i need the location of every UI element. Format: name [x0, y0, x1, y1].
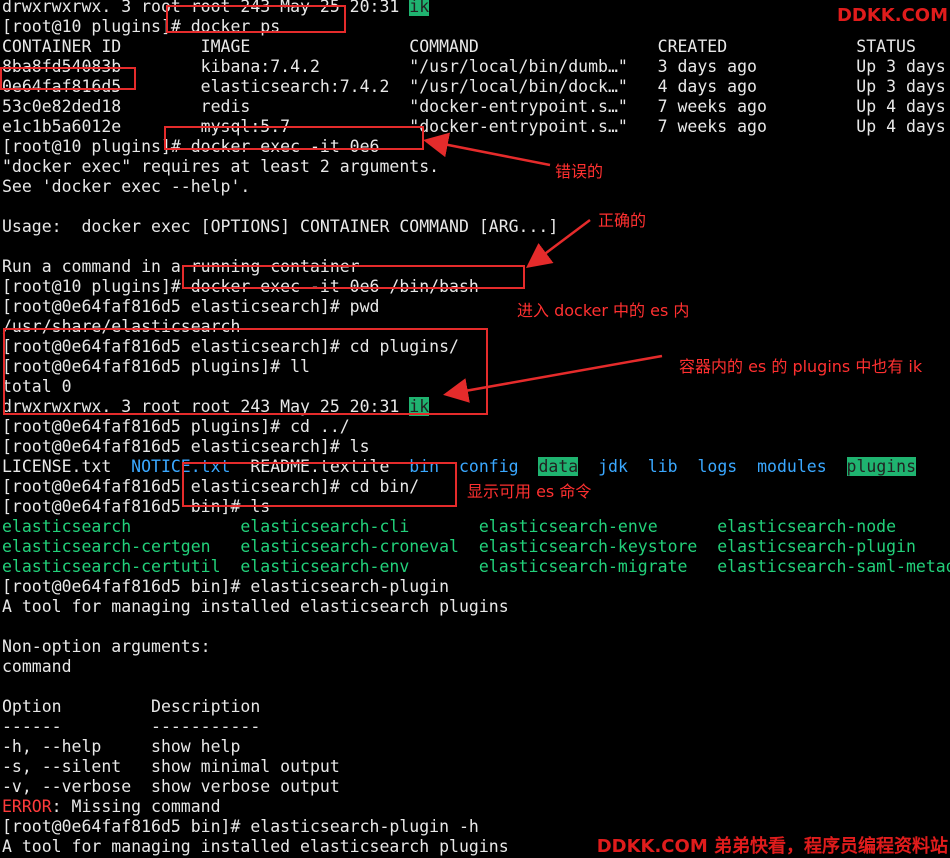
terminal-text: 8ba8fd54083b kibana:7.4.2 "/usr/local/bi…: [2, 57, 946, 76]
terminal-line: Non-option arguments:: [2, 637, 950, 657]
terminal-line: [root@0e64faf816d5 plugins]# cd ../: [2, 417, 950, 437]
terminal-text: lib: [647, 457, 678, 476]
terminal-output[interactable]: drwxrwxrwx. 3 root root 243 May 25 20:31…: [2, 0, 950, 857]
terminal-line: Option Description: [2, 697, 950, 717]
terminal-line: CONTAINER ID IMAGE COMMAND CREATED STATU…: [2, 37, 950, 57]
terminal-line: -s, --silent show minimal output: [2, 757, 950, 777]
annotation-plugins-ik: 容器内的 es 的 plugins 中也有 ik: [679, 357, 923, 376]
highlight-box-docker-ps: [166, 5, 346, 33]
terminal-text: Non-option arguments:: [2, 637, 211, 656]
terminal-text: [root@0e64faf816d5 plugins]# cd ../: [2, 417, 350, 436]
terminal-line: "docker exec" requires at least 2 argume…: [2, 157, 950, 177]
terminal-line: -h, --help show help: [2, 737, 950, 757]
terminal-text: data: [538, 457, 579, 476]
terminal-text: LICENSE.txt: [2, 457, 132, 476]
terminal-line: [root@0e64faf816d5 elasticsearch]# ls: [2, 437, 950, 457]
terminal-text: ERROR: [2, 797, 52, 816]
terminal-text: logs: [697, 457, 738, 476]
highlight-box-exec-wrong: [164, 126, 424, 150]
highlight-box-plugins-ll: [3, 328, 488, 415]
terminal-line: [root@10 plugins]# docker ps: [2, 17, 950, 37]
terminal-text: Option Description: [2, 697, 261, 716]
terminal-line: A tool for managing installed elasticsea…: [2, 597, 950, 617]
terminal-line: LICENSE.txt NOTICE.txt README.textile bi…: [2, 457, 950, 477]
terminal-line: 0e64faf816d5 elasticsearch:7.4.2 "/usr/l…: [2, 77, 950, 97]
terminal-line: ERROR: Missing command: [2, 797, 950, 817]
terminal-line: 8ba8fd54083b kibana:7.4.2 "/usr/local/bi…: [2, 57, 950, 77]
annotation-enter-es: 进入 docker 中的 es 内: [517, 301, 690, 320]
terminal-text: A tool for managing installed elasticsea…: [2, 837, 509, 856]
terminal-line: [root@0e64faf816d5 elasticsearch]# pwd: [2, 297, 950, 317]
annotation-wrong: 错误的: [555, 162, 604, 181]
annotation-show-commands: 显示可用 es 命令: [467, 482, 592, 501]
terminal-line: See 'docker exec --help'.: [2, 177, 950, 197]
terminal-line: drwxrwxrwx. 3 root root 243 May 25 20:31…: [2, 0, 950, 17]
terminal-text: See 'docker exec --help'.: [2, 177, 251, 196]
terminal-line: [root@0e64faf816d5 bin]# elasticsearch-p…: [2, 577, 950, 597]
terminal-line: [root@10 plugins]# docker exec -it 0e6: [2, 137, 950, 157]
terminal-text: [root@0e64faf816d5 elasticsearch]# pwd: [2, 297, 380, 316]
terminal-line: elasticsearch-certutil elasticsearch-env…: [2, 557, 950, 577]
terminal-text: plugins: [846, 457, 917, 476]
terminal-line: command: [2, 657, 950, 677]
terminal-text: : Missing command: [51, 797, 221, 816]
terminal-line: elasticsearch elasticsearch-cli elastics…: [2, 517, 950, 537]
terminal-text: elasticsearch elasticsearch-cli elastics…: [2, 517, 897, 536]
terminal-line: -v, --verbose show verbose output: [2, 777, 950, 797]
terminal-text: -h, --help show help: [2, 737, 241, 756]
terminal-line: e1c1b5a6012e mysql:5.7 "docker-entrypoin…: [2, 117, 950, 137]
terminal-text: CONTAINER ID IMAGE COMMAND CREATED STATU…: [2, 37, 916, 56]
terminal-text: "docker exec" requires at least 2 argume…: [2, 157, 440, 176]
terminal-line: elasticsearch-certgen elasticsearch-cron…: [2, 537, 950, 557]
terminal-text: ik: [409, 0, 430, 16]
terminal-text: [root@0e64faf816d5 bin]# elasticsearch-p…: [2, 817, 479, 836]
terminal-text: config: [458, 457, 519, 476]
terminal-text: -s, --silent show minimal output: [2, 757, 340, 776]
terminal-text: elasticsearch-certutil elasticsearch-env…: [2, 557, 950, 576]
terminal-text: -v, --verbose show verbose output: [2, 777, 340, 796]
terminal-text: command: [2, 657, 72, 676]
annotation-correct: 正确的: [598, 211, 647, 230]
terminal-text: ------ -----------: [2, 717, 261, 736]
terminal-text: modules: [757, 457, 827, 476]
terminal-text: Usage: docker exec [OPTIONS] CONTAINER C…: [2, 217, 559, 236]
watermark-top: DDKK.COM: [836, 5, 948, 26]
terminal-line: ------ -----------: [2, 717, 950, 737]
terminal-line: Usage: docker exec [OPTIONS] CONTAINER C…: [2, 217, 950, 237]
terminal-text: [root@0e64faf816d5 elasticsearch]# ls: [2, 437, 370, 456]
terminal-text: jdk: [598, 457, 628, 476]
terminal-line: 53c0e82ded18 redis "docker-entrypoint.s……: [2, 97, 950, 117]
terminal-text: elasticsearch-certgen elasticsearch-cron…: [2, 537, 916, 556]
highlight-box-cd-bin: [182, 462, 457, 507]
terminal-text: e1c1b5a6012e mysql:5.7 "docker-entrypoin…: [2, 117, 946, 136]
highlight-box-container-id: [0, 67, 136, 90]
watermark-bottom: DDKK.COM 弟弟快看，程序员编程资料站: [596, 836, 948, 857]
highlight-box-exec-correct: [182, 265, 525, 289]
terminal-text: A tool for managing installed elasticsea…: [2, 597, 509, 616]
terminal-text: [root@0e64faf816d5 bin]# elasticsearch-p…: [2, 577, 450, 596]
terminal-text: 53c0e82ded18 redis "docker-entrypoint.s……: [2, 97, 946, 116]
terminal-text: 0e64faf816d5 elasticsearch:7.4.2 "/usr/l…: [2, 77, 946, 96]
